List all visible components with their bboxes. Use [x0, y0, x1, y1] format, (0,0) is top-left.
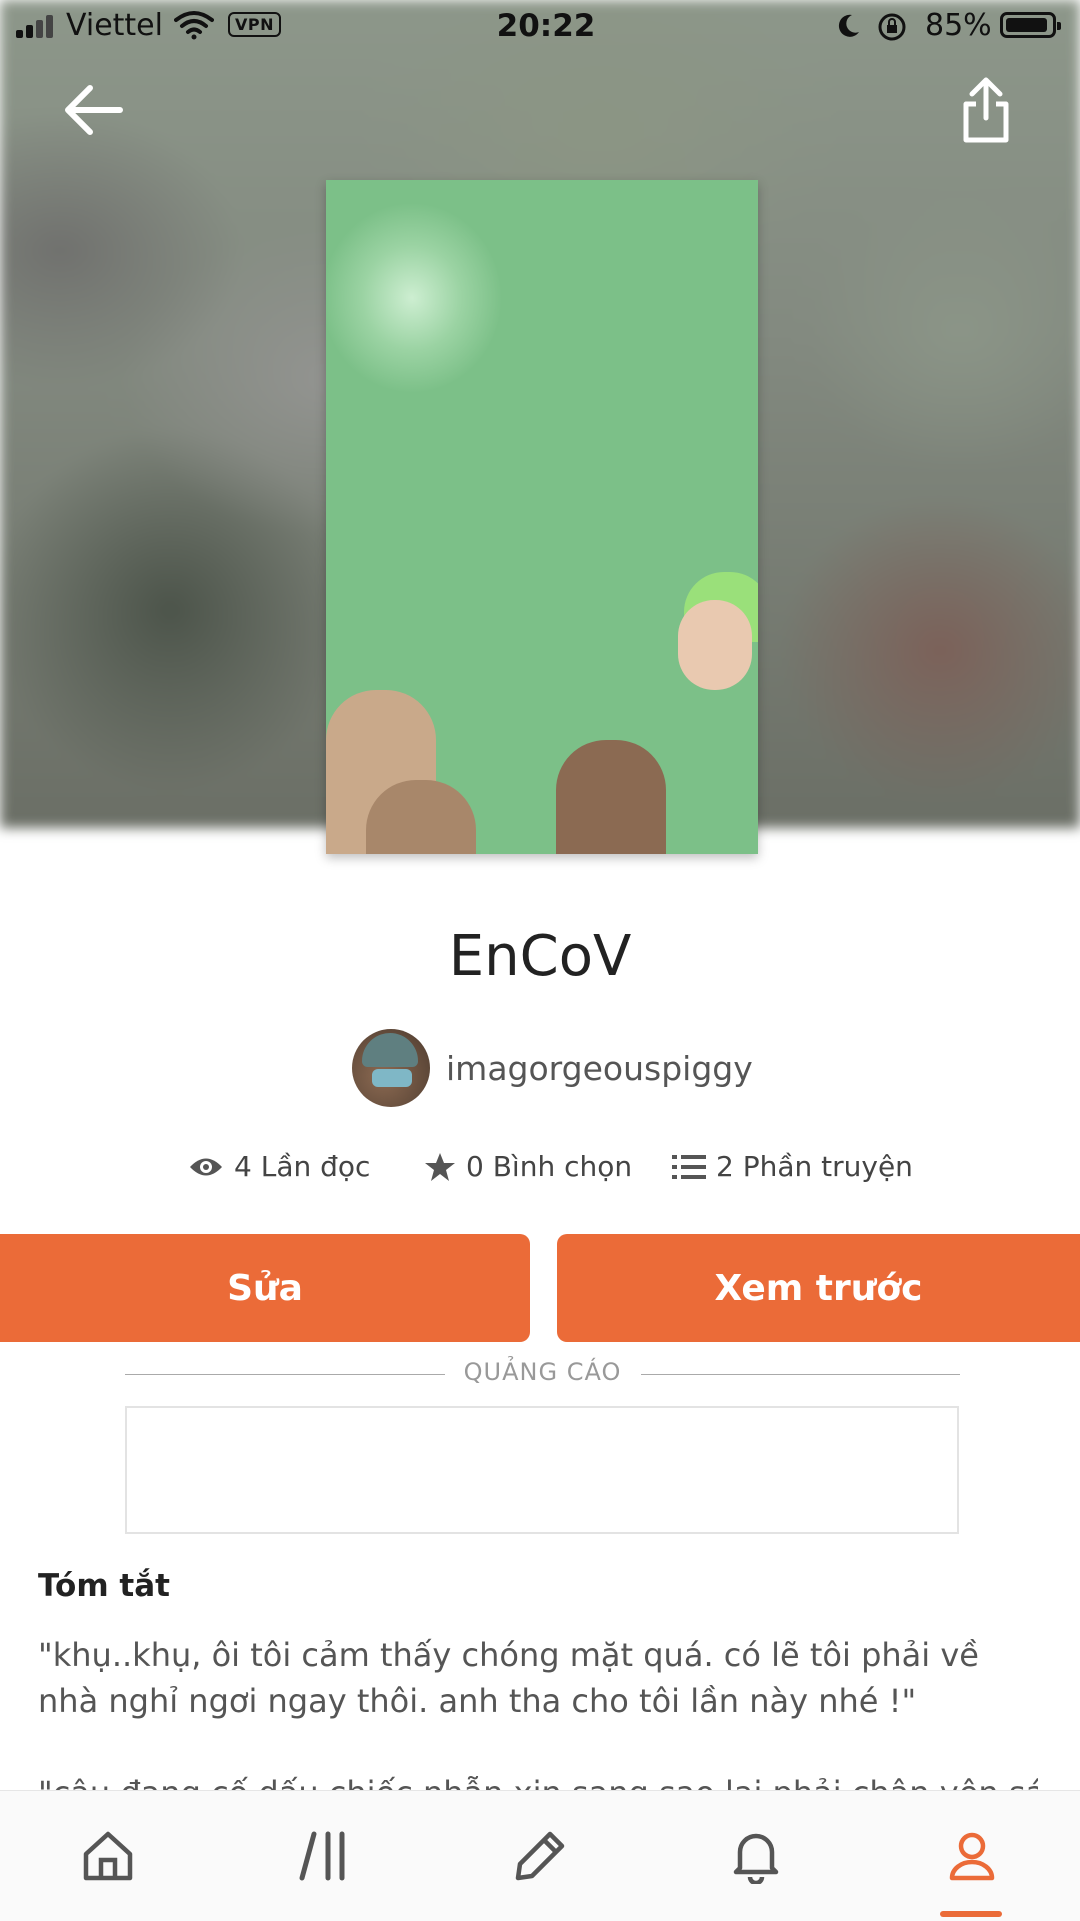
story-cover-image: [326, 180, 758, 854]
nav-write[interactable]: [432, 1791, 648, 1921]
parts-stat: 2 Phần truyện: [672, 1150, 913, 1183]
battery-percentage: 85%: [925, 8, 992, 43]
ad-label: QUẢNG CÁO: [463, 1358, 622, 1386]
notifications-icon: [733, 1833, 779, 1884]
author-name[interactable]: imagorgeouspiggy: [446, 1049, 753, 1088]
story-stats: 4 Lần đọc 0 Bình chọn 2 Phần truyện: [0, 1150, 1080, 1194]
ad-divider: QUẢNG CÁO: [125, 1358, 960, 1392]
rotation-lock-icon: [878, 13, 906, 41]
back-arrow-icon[interactable]: [58, 80, 128, 140]
nav-home[interactable]: [0, 1791, 216, 1921]
library-icon: [299, 1831, 345, 1881]
bottom-navigation: [0, 1790, 1080, 1921]
list-icon: [672, 1154, 706, 1179]
clock: 20:22: [496, 8, 596, 44]
nav-library[interactable]: [216, 1791, 432, 1921]
star-icon: [425, 1152, 455, 1181]
eye-icon: [190, 1158, 222, 1175]
write-icon: [515, 1831, 565, 1881]
moon-icon: [838, 14, 859, 37]
share-icon[interactable]: [958, 74, 1014, 146]
summary-paragraph: "khụ..khụ, ôi tôi cảm thấy chóng mặt quá…: [38, 1636, 979, 1720]
summary-heading: Tóm tắt: [38, 1568, 170, 1604]
votes-stat: 0 Bình chọn: [424, 1150, 632, 1183]
battery-icon: [1000, 12, 1061, 38]
profile-icon: [949, 1832, 995, 1881]
edit-button[interactable]: Sửa: [0, 1234, 530, 1342]
reads-stat: 4 Lần đọc: [188, 1150, 370, 1183]
preview-button[interactable]: Xem trước: [557, 1234, 1080, 1342]
story-title: EnCoV: [448, 924, 632, 989]
votes-count: 0 Bình chọn: [466, 1150, 633, 1183]
status-bar: Viettel VPN 20:22 85%: [0, 0, 1080, 54]
ad-slot[interactable]: [125, 1406, 959, 1534]
active-tab-indicator: [940, 1911, 1002, 1917]
parts-count: 2 Phần truyện: [716, 1150, 913, 1183]
nav-notifications[interactable]: [648, 1791, 864, 1921]
author-link[interactable]: imagorgeouspiggy: [352, 1028, 753, 1108]
reads-count: 4 Lần đọc: [234, 1150, 371, 1183]
home-icon: [83, 1831, 133, 1881]
avatar[interactable]: [352, 1029, 430, 1107]
nav-profile[interactable]: [864, 1791, 1080, 1921]
